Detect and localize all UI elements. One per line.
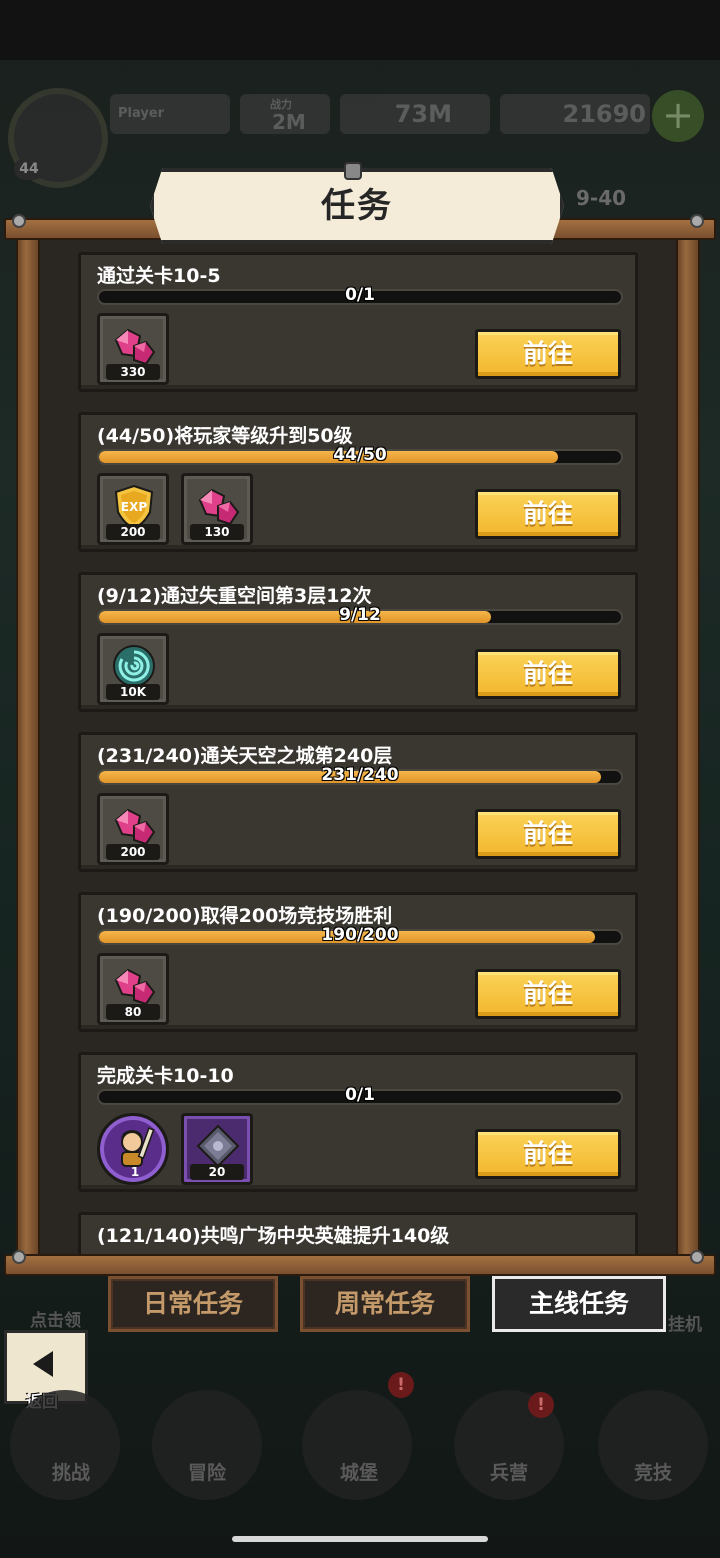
- stage-indicator: 9-40: [576, 186, 627, 210]
- quest-title: (231/240)通关天空之城第240层: [97, 745, 393, 767]
- back-arrow-icon: [33, 1351, 53, 1377]
- quest-card: 完成关卡10-10 0/1 1 20 前往: [78, 1052, 638, 1192]
- reward-item[interactable]: 130: [181, 473, 253, 545]
- go-button[interactable]: 前往: [475, 489, 621, 539]
- reward-item[interactable]: 80: [97, 953, 169, 1025]
- gem-icon: [110, 802, 158, 850]
- tab-weekly-quests[interactable]: 周常任务: [300, 1276, 470, 1332]
- quest-title: (9/12)通过失重空间第3层12次: [97, 585, 372, 607]
- quest-card: (190/200)取得200场竞技场胜利 190/200 80 前往: [78, 892, 638, 1032]
- reward-count: 20: [190, 1164, 244, 1180]
- vortex-icon: [110, 642, 158, 690]
- nail: [12, 214, 26, 228]
- frame-beam-bottom: [4, 1254, 716, 1276]
- player-name: Player: [110, 94, 230, 134]
- quest-progress-text: 0/1: [345, 1085, 375, 1105]
- reward-item[interactable]: 330: [97, 313, 169, 385]
- go-button[interactable]: 前往: [475, 809, 621, 859]
- hero-portrait-icon: [110, 1122, 158, 1170]
- reward-item[interactable]: EXP 200: [97, 473, 169, 545]
- quest-card: 通过关卡10-5 0/1 330 前往: [78, 252, 638, 392]
- reward-item[interactable]: 10K: [97, 633, 169, 705]
- gem-amount: 21690: [500, 94, 650, 134]
- reward-count: 80: [106, 1004, 160, 1020]
- nav-arena-label: 竞技: [633, 1462, 672, 1484]
- reward-item[interactable]: 20: [181, 1113, 253, 1185]
- quest-title: 通过关卡10-5: [97, 265, 221, 287]
- nav-challenge-label: 挑战: [51, 1462, 90, 1484]
- quest-progress-text: 231/240: [321, 765, 399, 785]
- reward-item[interactable]: 1: [97, 1113, 169, 1185]
- quest-title: (190/200)取得200场竞技场胜利: [97, 905, 393, 927]
- quest-title: (121/140)共鸣广场中央英雄提升140级: [97, 1225, 450, 1247]
- tab-daily-quests[interactable]: 日常任务: [108, 1276, 278, 1332]
- player-level: 44: [14, 158, 44, 180]
- nav-castle-label: 城堡: [339, 1462, 378, 1484]
- quest-progress-text: 44/50: [333, 445, 387, 465]
- power-value: 2M: [272, 110, 306, 134]
- go-button[interactable]: 前往: [475, 969, 621, 1019]
- nail: [690, 214, 704, 228]
- quest-title: (44/50)将玩家等级升到50级: [97, 425, 353, 447]
- power-display: 战力 2M: [240, 94, 330, 134]
- add-gems-button: +: [652, 90, 704, 142]
- gem-icon: [110, 962, 158, 1010]
- frame-post-right: [676, 238, 700, 1268]
- nail: [12, 1250, 26, 1264]
- gem-icon: [194, 482, 242, 530]
- reward-count: 1: [130, 1165, 140, 1179]
- panel-title: 任务: [321, 186, 393, 226]
- tab-main-quests[interactable]: 主线任务: [492, 1276, 666, 1332]
- svg-text:EXP: EXP: [121, 500, 147, 514]
- go-button[interactable]: 前往: [475, 649, 621, 699]
- reward-count: 10K: [106, 684, 160, 700]
- nail: [690, 1250, 704, 1264]
- quest-list-panel[interactable]: 通过关卡10-5 0/1 330 前往 (44/50)将玩家等级升到50级 44/50 EX…: [40, 240, 676, 1256]
- home-indicator: [232, 1536, 488, 1542]
- status-strip: [0, 0, 720, 60]
- nav-barracks-badge: !: [528, 1392, 554, 1418]
- go-button[interactable]: 前往: [475, 329, 621, 379]
- quest-progress-text: 0/1: [345, 285, 375, 305]
- reward-count: 130: [190, 524, 244, 540]
- nav-barracks-label: 兵营: [489, 1462, 528, 1484]
- quest-card: (231/240)通关天空之城第240层 231/240 200 前往: [78, 732, 638, 872]
- side-idle-text: 挂机: [668, 1315, 702, 1335]
- quest-card: (121/140)共鸣广场中央英雄提升140级: [78, 1212, 638, 1256]
- quest-card: (44/50)将玩家等级升到50级 44/50 EXP 200 130 前往: [78, 412, 638, 552]
- quest-progress-text: 190/200: [321, 925, 399, 945]
- quest-title: 完成关卡10-10: [97, 1065, 234, 1087]
- quest-card: (9/12)通过失重空间第3层12次 9/12 10K 前往: [78, 572, 638, 712]
- nav-castle-badge: !: [388, 1372, 414, 1398]
- rune-cube-icon: [194, 1122, 242, 1170]
- quest-progress-text: 9/12: [339, 605, 381, 625]
- nav-adventure-label: 冒险: [187, 1462, 226, 1484]
- reward-count: 330: [106, 364, 160, 380]
- reward-count: 200: [106, 844, 160, 860]
- gem-icon: [110, 322, 158, 370]
- go-button[interactable]: 前往: [475, 1129, 621, 1179]
- gold-amount: 73M: [340, 94, 490, 134]
- reward-item[interactable]: 200: [97, 793, 169, 865]
- frame-post-left: [16, 238, 40, 1268]
- side-claim-text: 点击领: [30, 1311, 81, 1331]
- reward-count: 200: [106, 524, 160, 540]
- exp-shield-icon: EXP: [110, 482, 158, 530]
